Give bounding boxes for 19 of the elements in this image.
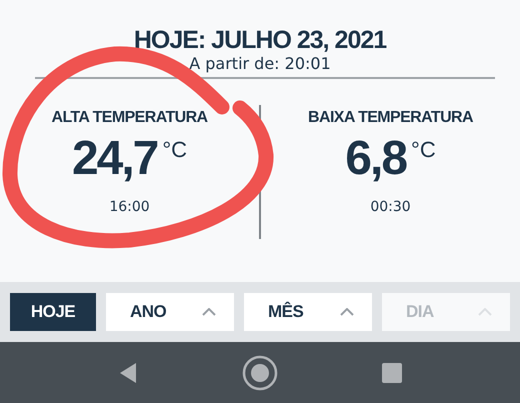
temperature-time: 16:00 [109,199,150,215]
temperature-label: ALTA TEMPERATURA [51,109,208,127]
temperature-label: BAIXA TEMPERATURA [308,109,473,127]
caret-icon [340,308,354,316]
temperature-value: 24,7 [72,131,158,187]
period-tab[interactable]: MÊS [244,293,372,331]
temperature-unit: °C [162,137,188,163]
caret-icon [478,308,492,316]
recents-icon[interactable] [382,362,402,382]
updated-time: A partir de: 20:01 [189,54,331,74]
home-icon[interactable] [242,354,278,390]
back-icon[interactable] [118,362,138,384]
date-title: HOJE: JULHO 23, 2021 [134,26,386,54]
caret-icon [202,308,216,316]
period-tab[interactable]: ANO [106,293,234,331]
period-tab[interactable]: HOJE [10,293,96,331]
temperature-unit: °C [411,137,436,163]
temperature-value: 6,8 [345,131,406,187]
temperature-time: 00:30 [370,199,411,215]
